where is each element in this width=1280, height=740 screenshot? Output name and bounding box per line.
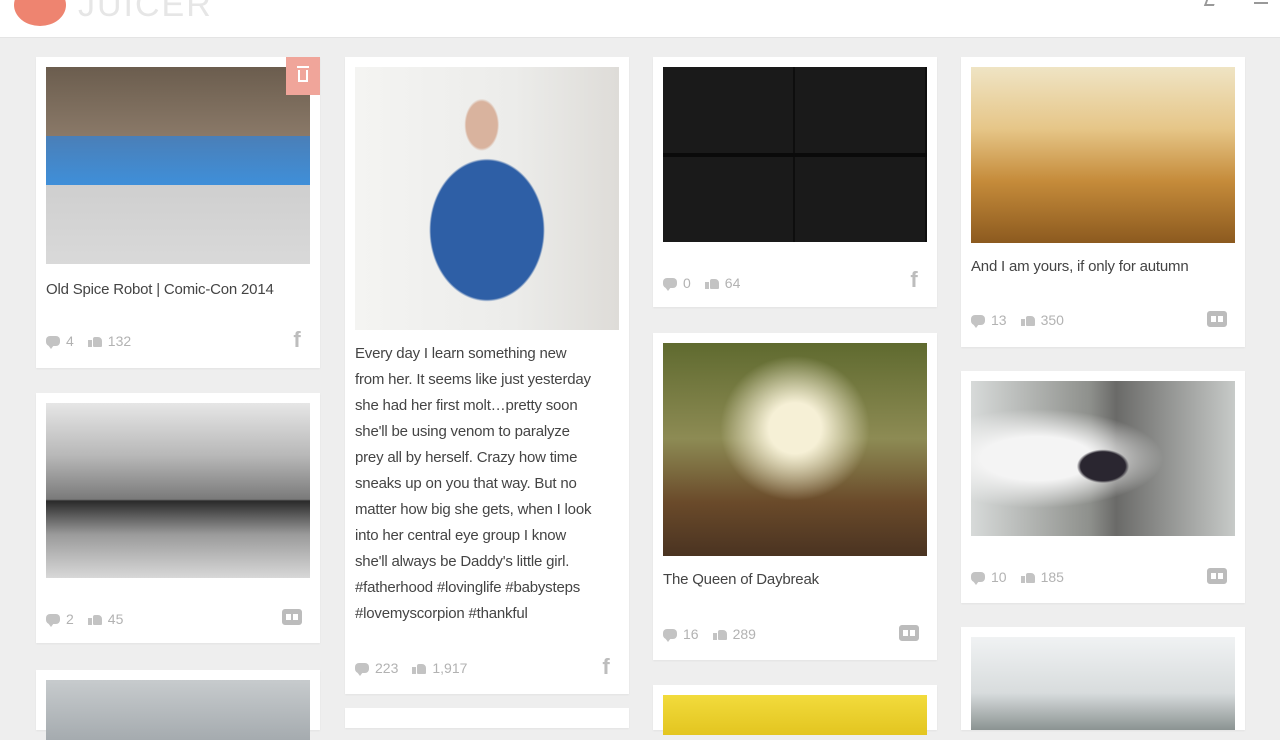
press-wall-photo[interactable]: [663, 67, 927, 242]
post-stats: 0 64: [663, 275, 740, 291]
post-card[interactable]: Old Spice Robot | Comic-Con 2014 4 132 f: [36, 57, 320, 368]
post-caption: The Queen of Daybreak: [663, 571, 819, 588]
comment-icon: [971, 315, 985, 328]
logo-text[interactable]: JUICER: [78, 0, 213, 25]
like-icon: [712, 628, 727, 640]
like-count: 1,917: [432, 660, 468, 676]
delete-button[interactable]: [286, 57, 320, 95]
forest-queen-photo[interactable]: [663, 343, 927, 556]
post-card[interactable]: [36, 670, 320, 740]
flickr-icon[interactable]: [1207, 568, 1227, 584]
logo-icon[interactable]: [14, 0, 66, 26]
post-card[interactable]: [345, 708, 629, 728]
comment-count: 4: [66, 333, 74, 349]
like-count: 185: [1040, 569, 1064, 585]
comment-count: 10: [991, 569, 1007, 585]
share-icon[interactable]: [1203, 0, 1217, 6]
comment-icon: [355, 663, 369, 676]
like-icon: [87, 613, 102, 625]
facebook-icon[interactable]: f: [289, 327, 305, 353]
autumn-forest-photo[interactable]: [971, 67, 1235, 243]
post-stats: 16 289: [663, 626, 756, 642]
comment-count: 2: [66, 611, 74, 627]
convention-photo[interactable]: [46, 67, 310, 264]
carousel-photo[interactable]: [46, 403, 310, 578]
like-icon: [1020, 571, 1035, 583]
comment-count: 223: [375, 660, 399, 676]
comment-count: 13: [991, 312, 1007, 328]
sky-photo[interactable]: [46, 680, 310, 740]
smoke-portrait-photo[interactable]: [971, 381, 1235, 536]
dad-with-scorpion-photo[interactable]: [355, 67, 619, 330]
post-card[interactable]: Every day I learn something new from her…: [345, 57, 629, 694]
post-stats: 4 132: [46, 333, 131, 349]
facebook-icon[interactable]: f: [598, 654, 614, 680]
trash-icon: [297, 66, 309, 82]
post-card[interactable]: 0 64 f: [653, 57, 937, 307]
post-caption: And I am yours, if only for autumn: [971, 258, 1189, 275]
like-icon: [87, 335, 102, 347]
like-icon: [412, 662, 427, 674]
menu-icon[interactable]: [1254, 0, 1268, 4]
like-icon: [704, 277, 719, 289]
post-caption: Every day I learn something new from her…: [355, 345, 592, 622]
flickr-icon[interactable]: [282, 609, 302, 625]
yellow-photo[interactable]: [663, 695, 927, 735]
like-count: 350: [1040, 312, 1064, 328]
post-card[interactable]: The Queen of Daybreak 16 289: [653, 333, 937, 660]
top-bar: JUICER: [0, 0, 1280, 38]
like-count: 64: [724, 275, 741, 291]
comment-icon: [663, 278, 677, 291]
snowy-trees-photo[interactable]: [971, 637, 1235, 730]
comment-icon: [663, 629, 677, 642]
comment-icon: [46, 336, 60, 349]
flickr-icon[interactable]: [899, 625, 919, 641]
post-card[interactable]: [653, 685, 937, 735]
post-card[interactable]: [961, 627, 1245, 730]
like-icon: [1020, 314, 1035, 326]
like-count: 132: [107, 333, 132, 349]
post-card[interactable]: And I am yours, if only for autumn 13 35…: [961, 57, 1245, 347]
facebook-icon[interactable]: f: [906, 267, 922, 293]
post-card[interactable]: 10 185: [961, 371, 1245, 603]
post-stats: 10 185: [971, 569, 1064, 585]
post-stats: 2 45: [46, 611, 123, 627]
comment-icon: [971, 572, 985, 585]
comment-count: 0: [683, 275, 691, 291]
comment-count: 16: [683, 626, 699, 642]
post-stats: 13 350: [971, 312, 1064, 328]
post-card[interactable]: 2 45: [36, 393, 320, 643]
like-count: 289: [732, 626, 756, 642]
post-stats: 223 1,917: [355, 660, 467, 676]
flickr-icon[interactable]: [1207, 311, 1227, 327]
like-count: 45: [107, 611, 124, 627]
comment-icon: [46, 614, 60, 627]
post-caption: Old Spice Robot | Comic-Con 2014: [46, 281, 274, 298]
